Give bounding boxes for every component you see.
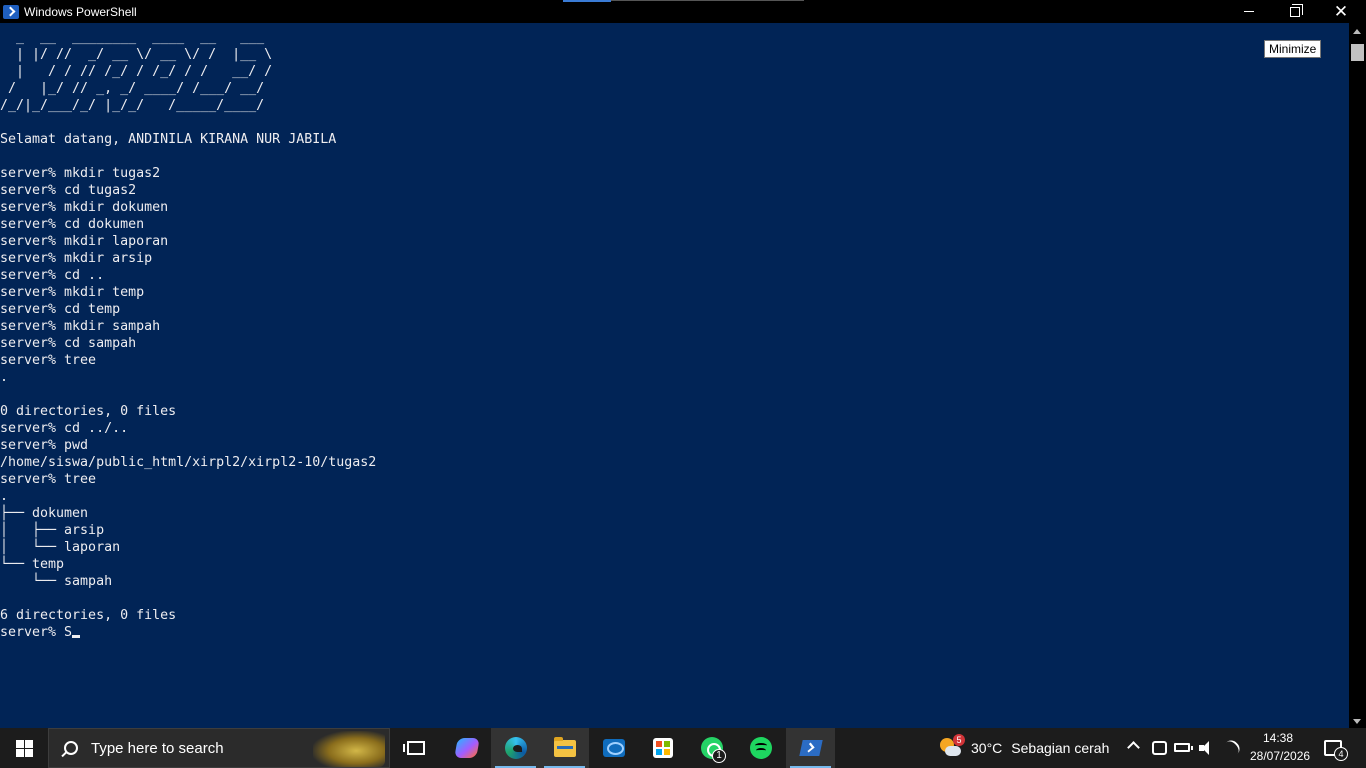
powershell-taskbar-button[interactable]: [786, 728, 835, 768]
search-highlight-image: [313, 731, 385, 767]
close-icon: ✕: [1333, 1, 1349, 21]
clock-time: 14:38: [1262, 731, 1294, 745]
title-accent: [563, 0, 611, 2]
terminal-line: server% tree: [0, 353, 97, 368]
partly-cloudy-icon: 5: [939, 734, 965, 759]
powershell-icon: [798, 740, 823, 756]
terminal-line: | |/ // _/ __ \/ __ \/ / |__ \: [0, 47, 273, 62]
minimize-tooltip: Minimize: [1264, 40, 1322, 58]
terminal-line: Selamat datang, ANDINILA KIRANA NUR JABI…: [0, 132, 337, 147]
terminal-line: /home/siswa/public_html/xirpl2/xirpl2-10…: [0, 455, 377, 470]
terminal-line: server% mkdir arsip: [0, 251, 153, 266]
notification-badge: 4: [1334, 747, 1348, 761]
outlook-icon: [602, 739, 625, 757]
vertical-scrollbar[interactable]: [1349, 23, 1366, 728]
terminal-line: └── temp: [0, 557, 65, 572]
battery-icon[interactable]: [1174, 743, 1193, 752]
terminal-line: server% mkdir laporan: [0, 234, 169, 249]
file-explorer-button[interactable]: [540, 728, 589, 768]
search-box[interactable]: Type here to search: [48, 728, 390, 768]
copilot-button[interactable]: [442, 728, 491, 768]
terminal-line: server% mkdir dokumen: [0, 200, 169, 215]
spotify-button[interactable]: [736, 728, 785, 768]
terminal-line: server% cd dokumen: [0, 217, 145, 232]
search-placeholder: Type here to search: [91, 739, 224, 757]
store-icon: [652, 738, 673, 758]
terminal-line: server% cd tugas2: [0, 183, 137, 198]
terminal-line: server% mkdir temp: [0, 285, 145, 300]
terminal-line: _ __ ________ ____ __ ___: [0, 30, 273, 45]
minimize-icon: [1244, 11, 1254, 12]
outlook-button[interactable]: [589, 728, 638, 768]
terminal-line: │ ├── arsip: [0, 523, 105, 538]
text-cursor: [72, 635, 81, 638]
terminal-line: server% cd ../..: [0, 421, 129, 436]
start-button[interactable]: [0, 728, 48, 768]
terminal-line: server% cd temp: [0, 302, 121, 317]
wifi-icon[interactable]: [1221, 737, 1243, 759]
terminal-line: 6 directories, 0 files: [0, 608, 177, 623]
folder-icon: [553, 736, 576, 757]
terminal-line: server% mkdir sampah: [0, 319, 161, 334]
weather-description: Sebagian cerah: [1011, 740, 1110, 756]
scroll-down-icon[interactable]: [1353, 719, 1361, 724]
task-view-icon: [402, 741, 425, 755]
terminal-prompt-line[interactable]: server% S: [0, 624, 376, 641]
meet-now-icon[interactable]: [1152, 741, 1167, 755]
terminal-line: .: [0, 370, 9, 385]
terminal-line: server% pwd: [0, 438, 89, 453]
terminal-line: server% mkdir tugas2: [0, 166, 161, 181]
minimize-button[interactable]: [1226, 0, 1272, 23]
terminal-current-input: server% S: [0, 625, 73, 640]
terminal-output[interactable]: _ __ ________ ____ __ ___ | |/ // _/ __ …: [0, 23, 1349, 728]
search-icon: [64, 741, 78, 755]
clock-date: 28/07/2026: [1250, 749, 1311, 763]
whatsapp-badge: 1: [712, 749, 726, 763]
task-view-button[interactable]: [391, 728, 440, 768]
terminal-line: server% cd ..: [0, 268, 105, 283]
windows-logo-icon: [15, 739, 33, 757]
clock[interactable]: 14:38 28/07/2026: [1250, 728, 1311, 768]
terminal-line: .: [0, 489, 9, 504]
taskbar: Type here to search 1 5 30°C Sebagian ce…: [0, 728, 1366, 768]
scroll-thumb[interactable]: [1351, 44, 1364, 61]
store-button[interactable]: [638, 728, 687, 768]
weather-temperature: 30°C: [971, 740, 1003, 756]
powershell-icon: [3, 4, 19, 19]
terminal-text: _ __ ________ ____ __ ___ | |/ // _/ __ …: [0, 29, 376, 641]
volume-icon[interactable]: [1199, 741, 1214, 755]
chevron-up-icon[interactable]: [1127, 741, 1140, 754]
edge-icon: [504, 737, 527, 759]
title-accent-line: [611, 0, 804, 1]
terminal-line: server% cd sampah: [0, 336, 137, 351]
weather-widget[interactable]: 5 30°C Sebagian cerah: [939, 728, 1109, 768]
copilot-icon: [453, 738, 480, 758]
title-bar[interactable]: Windows PowerShell ✕: [0, 0, 1366, 23]
whatsapp-button[interactable]: 1: [687, 728, 736, 768]
weather-badge: 5: [953, 734, 965, 746]
terminal-line: / |_/ // _, _/ ____/ /___/ __/: [0, 81, 273, 96]
terminal-line: /_/|_/___/_/ |_/_/ /_____/____/: [0, 98, 273, 113]
maximize-button[interactable]: [1272, 0, 1318, 23]
terminal-line: 0 directories, 0 files: [0, 404, 177, 419]
edge-button[interactable]: [491, 728, 540, 768]
terminal-line: │ └── laporan: [0, 540, 121, 555]
terminal-line: └── sampah: [0, 574, 113, 589]
terminal-line: | / / // /_/ / /_/ / / __/ /: [0, 64, 273, 79]
scroll-up-icon[interactable]: [1353, 29, 1361, 34]
maximize-icon: [1290, 3, 1303, 17]
close-button[interactable]: ✕: [1318, 0, 1364, 23]
window-title: Windows PowerShell: [24, 4, 137, 19]
spotify-icon: [749, 737, 772, 759]
terminal-line: ├── dokumen: [0, 506, 89, 521]
terminal-line: server% tree: [0, 472, 97, 487]
